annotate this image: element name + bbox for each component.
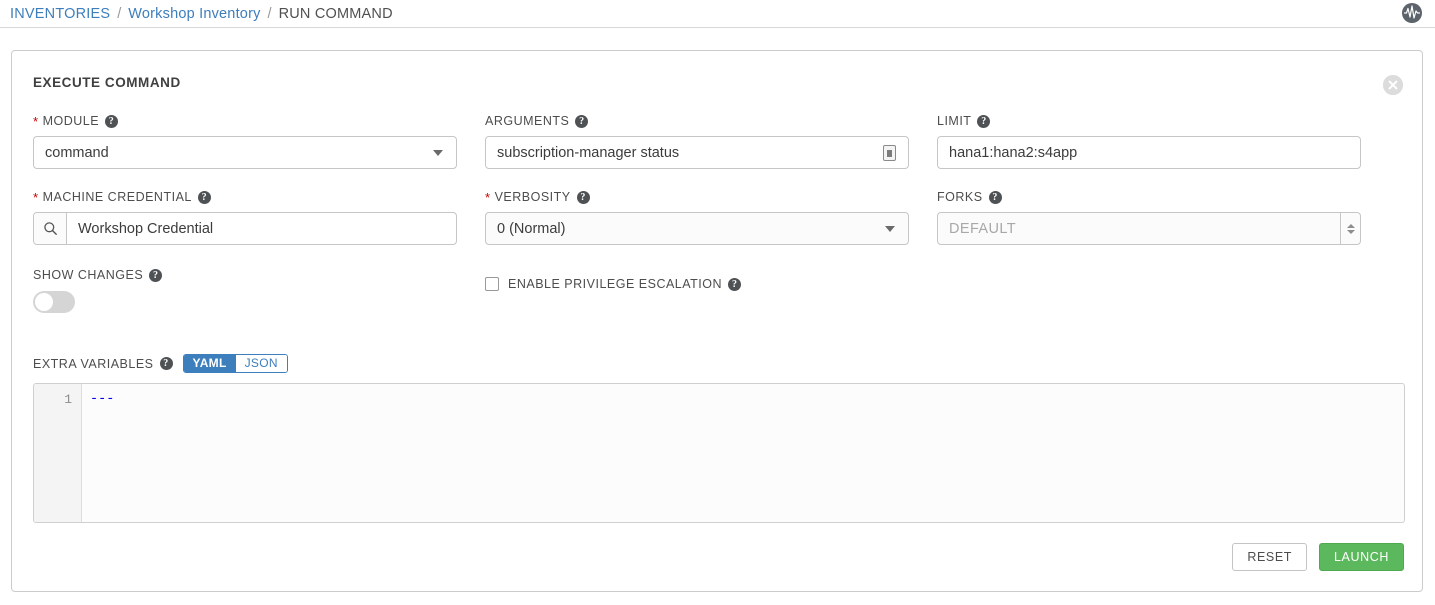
arguments-input[interactable]: subscription-manager status xyxy=(485,136,909,169)
field-limit-label: LIMIT ? xyxy=(937,113,1361,129)
help-icon[interactable]: ? xyxy=(988,190,1002,204)
field-forks-label: FORKS ? xyxy=(937,189,1361,205)
help-icon[interactable]: ? xyxy=(977,114,991,128)
help-icon[interactable]: ? xyxy=(197,190,211,204)
verbosity-select[interactable]: 0 (Normal) xyxy=(485,212,909,245)
breadcrumb-separator: / xyxy=(267,5,272,22)
field-arguments-label-text: ARGUMENTS xyxy=(485,114,570,128)
help-icon[interactable]: ? xyxy=(149,268,163,282)
field-forks: FORKS ? DEFAULT xyxy=(937,189,1361,245)
arguments-input-value: subscription-manager status xyxy=(497,144,680,161)
toggle-knob xyxy=(35,293,53,311)
limit-input[interactable]: hana1:hana2:s4app xyxy=(937,136,1361,169)
field-machine-credential: * MACHINE CREDENTIAL ? Workshop Credenti… xyxy=(33,189,457,245)
field-extra-variables-label: EXTRA VARIABLES ? xyxy=(33,356,173,372)
reset-button[interactable]: RESET xyxy=(1232,543,1307,571)
editor-content[interactable]: --- xyxy=(82,384,1404,522)
field-machine-credential-label-text: MACHINE CREDENTIAL xyxy=(42,190,192,204)
breadcrumb-bar: INVENTORIES / Workshop Inventory / RUN C… xyxy=(0,0,1435,28)
machine-credential-value: Workshop Credential xyxy=(78,220,214,237)
machine-credential-input[interactable]: Workshop Credential xyxy=(33,212,457,245)
field-forks-label-text: FORKS xyxy=(937,190,983,204)
close-icon[interactable] xyxy=(1383,75,1403,95)
field-show-changes-label: SHOW CHANGES ? xyxy=(33,267,163,283)
number-spinner-icon[interactable] xyxy=(1340,213,1360,244)
field-module: * MODULE ? command xyxy=(33,113,457,169)
field-arguments: ARGUMENTS ? subscription-manager status xyxy=(485,113,909,169)
field-arguments-label: ARGUMENTS ? xyxy=(485,113,909,129)
forks-input[interactable]: DEFAULT xyxy=(937,212,1361,245)
breadcrumb-separator: / xyxy=(117,5,122,22)
verbosity-select-value: 0 (Normal) xyxy=(497,220,566,237)
module-select[interactable]: command xyxy=(33,136,457,169)
enable-privilege-escalation-label: ENABLE PRIVILEGE ESCALATION xyxy=(508,277,723,291)
field-verbosity-label: * VERBOSITY ? xyxy=(485,189,909,205)
activity-pulse-icon[interactable] xyxy=(1401,2,1423,24)
chevron-down-icon[interactable] xyxy=(433,149,443,156)
help-icon[interactable]: ? xyxy=(728,277,742,291)
forks-input-placeholder: DEFAULT xyxy=(949,220,1016,237)
format-option-yaml[interactable]: YAML xyxy=(183,355,236,372)
field-show-changes-label-text: SHOW CHANGES xyxy=(33,268,144,282)
field-limit: LIMIT ? hana1:hana2:s4app xyxy=(937,113,1361,169)
breadcrumb-item-workshop-inventory[interactable]: Workshop Inventory xyxy=(128,6,260,22)
enable-privilege-escalation-checkbox[interactable] xyxy=(485,277,499,291)
field-extra-variables-header: EXTRA VARIABLES ? YAML JSON xyxy=(33,354,288,373)
help-icon[interactable]: ? xyxy=(575,114,589,128)
field-enable-privilege-escalation[interactable]: ENABLE PRIVILEGE ESCALATION ? xyxy=(485,277,742,291)
chevron-down-icon[interactable] xyxy=(885,225,895,232)
form-actions: RESET LAUNCH xyxy=(1232,543,1404,571)
execute-command-card: EXECUTE COMMAND * MODULE ? command ARGUM… xyxy=(11,50,1423,592)
spinner-down-icon[interactable] xyxy=(1346,229,1355,235)
field-verbosity-label-text: VERBOSITY xyxy=(494,190,571,204)
field-module-label: * MODULE ? xyxy=(33,113,457,129)
field-show-changes: SHOW CHANGES ? xyxy=(33,267,163,313)
field-extra-variables-label-text: EXTRA VARIABLES xyxy=(33,356,154,371)
field-verbosity: * VERBOSITY ? 0 (Normal) xyxy=(485,189,909,245)
help-icon[interactable]: ? xyxy=(105,114,119,128)
module-select-value: command xyxy=(45,144,109,161)
field-limit-label-text: LIMIT xyxy=(937,114,972,128)
extra-variables-editor[interactable]: 1 --- xyxy=(33,383,1405,523)
show-changes-toggle[interactable] xyxy=(33,291,75,313)
prompt-on-launch-icon[interactable] xyxy=(883,144,896,161)
extra-variables-format-toggle: YAML JSON xyxy=(182,354,288,373)
launch-button[interactable]: LAUNCH xyxy=(1319,543,1404,571)
field-module-label-text: MODULE xyxy=(42,114,100,128)
breadcrumb-item-inventories[interactable]: INVENTORIES xyxy=(10,6,110,22)
card-title: EXECUTE COMMAND xyxy=(33,75,181,90)
field-machine-credential-label: * MACHINE CREDENTIAL ? xyxy=(33,189,457,205)
required-asterisk: * xyxy=(33,189,39,205)
search-icon[interactable] xyxy=(34,213,67,244)
help-icon[interactable]: ? xyxy=(576,190,590,204)
required-asterisk: * xyxy=(33,113,39,129)
limit-input-value: hana1:hana2:s4app xyxy=(949,144,1078,161)
format-option-json[interactable]: JSON xyxy=(235,355,287,372)
breadcrumb-item-run-command: RUN COMMAND xyxy=(278,5,393,22)
editor-line-numbers: 1 xyxy=(34,384,82,522)
help-icon[interactable]: ? xyxy=(159,357,173,370)
required-asterisk: * xyxy=(485,189,491,205)
